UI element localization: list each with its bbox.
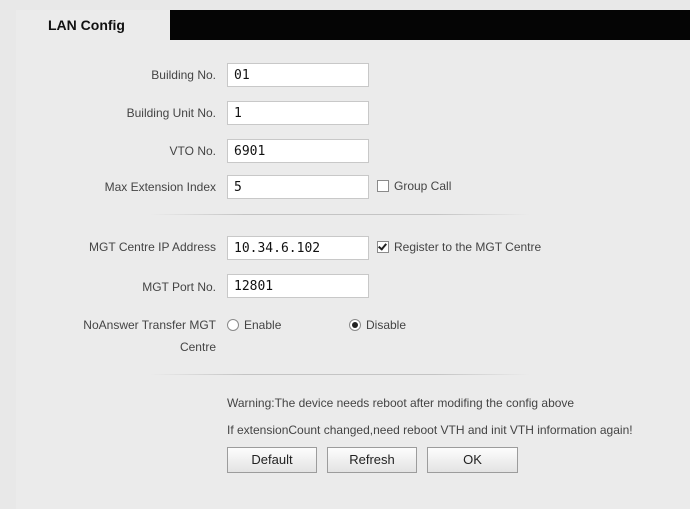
ok-button[interactable]: OK [427,447,518,473]
group-call-box[interactable] [377,180,389,192]
building-no-label: Building No. [151,68,216,82]
max-extension-index-input[interactable]: 5 [227,175,369,199]
mgt-ip-input[interactable]: 10.34.6.102 [227,236,369,260]
register-mgt-label: Register to the MGT Centre [394,240,542,254]
section-divider [150,214,530,215]
disable-radio[interactable]: Disable [349,318,406,332]
vto-no-label: VTO No. [169,144,216,158]
section-divider-2 [150,374,530,375]
vto-no-input[interactable]: 6901 [227,139,369,163]
noanswer-label-line2: Centre [179,340,216,354]
building-no-input[interactable]: 01 [227,63,369,87]
disable-radio-label: Disable [366,318,407,332]
mgt-port-input[interactable]: 12801 [227,274,369,298]
mgt-port-label: MGT Port No. [142,280,216,294]
disable-radio-circle[interactable] [349,319,361,331]
warning-reboot-text: Warning:The device needs reboot after mo… [227,396,575,410]
register-mgt-box[interactable] [377,241,389,253]
max-extension-index-label: Max Extension Index [104,180,216,194]
enable-radio-label: Enable [244,318,282,332]
tab-lan-config[interactable]: LAN Config [16,10,170,40]
building-unit-no-input[interactable]: 1 [227,101,369,125]
default-button[interactable]: Default [227,447,317,473]
mgt-ip-label: MGT Centre IP Address [89,240,216,254]
building-unit-no-label: Building Unit No. [126,106,216,120]
register-mgt-checkbox[interactable]: Register to the MGT Centre [377,240,541,254]
warning-extension-text: If extensionCount changed,need reboot VT… [227,423,633,437]
group-call-label: Group Call [394,179,452,193]
tab-bar: LAN Config [16,10,690,40]
refresh-button[interactable]: Refresh [327,447,417,473]
enable-radio-circle[interactable] [227,319,239,331]
noanswer-label-line1: NoAnswer Transfer MGT [83,318,216,332]
group-call-checkbox[interactable]: Group Call [377,179,451,193]
enable-radio[interactable]: Enable [227,318,281,332]
